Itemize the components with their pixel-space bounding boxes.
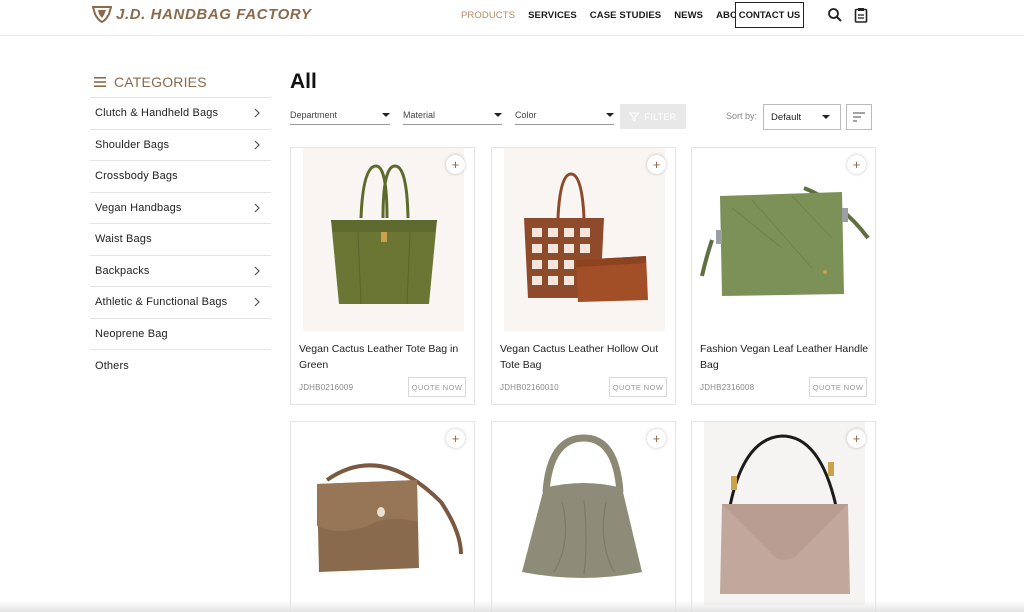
green-leaf-bag-image <box>692 148 875 331</box>
category-label: Athletic & Functional Bags <box>95 296 228 309</box>
category-label: Clutch & Handheld Bags <box>95 107 219 120</box>
brand-name: J.D. HANDBAG FACTORY <box>116 5 312 23</box>
product-card[interactable]: + Vegan Cactus Leather Hollow Out Tote B… <box>491 147 676 405</box>
category-item-crossbody[interactable]: Crossbody Bags <box>90 161 271 193</box>
product-image-green-leaf-bag[interactable] <box>692 148 875 331</box>
category-item-waist[interactable]: Waist Bags <box>90 224 271 256</box>
category-item-shoulder[interactable]: Shoulder Bags <box>90 130 271 161</box>
product-card[interactable]: + <box>290 421 475 612</box>
bottom-shadow <box>0 600 1024 612</box>
page-title: All <box>290 70 317 93</box>
filter-button-label: FILTER <box>644 111 677 122</box>
sort-label: Sort by: <box>726 111 758 121</box>
contact-us-button[interactable]: CONTACT US <box>735 2 804 28</box>
search-icon[interactable] <box>827 7 843 23</box>
add-to-quote-plus-button[interactable]: + <box>647 155 666 174</box>
brown-crossbody-image <box>291 422 474 605</box>
product-image-brown-crossbody[interactable] <box>291 422 474 605</box>
category-label: Vegan Handbags <box>95 201 182 214</box>
product-sku: JDHB0216009 <box>299 383 354 392</box>
product-card[interactable]: + Vegan Cactus Leather Tote Bag in Green… <box>290 147 475 405</box>
filter-button[interactable]: FILTER <box>620 104 686 129</box>
category-label: Others <box>95 359 129 372</box>
chevron-right-icon[interactable] <box>253 108 261 118</box>
add-to-quote-plus-button[interactable]: + <box>847 155 866 174</box>
product-image-green-tote[interactable] <box>303 148 464 331</box>
sort-value: Default <box>771 111 802 123</box>
category-label: Waist Bags <box>95 233 152 246</box>
color-label: Color <box>515 110 537 120</box>
product-card[interactable]: + <box>491 421 676 612</box>
categories-heading[interactable]: CATEGORIES <box>94 74 207 90</box>
product-name[interactable]: Vegan Cactus Leather Tote Bag in Green <box>299 342 469 373</box>
product-card[interactable]: + Fashion Vegan Leaf Leather Handle Bag … <box>691 147 876 405</box>
product-image-pink-envelope-bag[interactable] <box>704 422 865 605</box>
product-image-grey-hobo[interactable] <box>492 422 675 605</box>
category-item-vegan[interactable]: Vegan Handbags <box>90 193 271 224</box>
product-sku: JDHB2316008 <box>700 383 755 392</box>
sort-lines-icon <box>853 112 865 122</box>
green-tote-image <box>303 148 464 331</box>
material-select[interactable]: Material <box>403 106 502 125</box>
logo[interactable]: J.D. HANDBAG FACTORY <box>92 5 312 23</box>
add-to-quote-plus-button[interactable]: + <box>647 429 666 448</box>
category-item-clutch-handheld[interactable]: Clutch & Handheld Bags <box>90 98 271 130</box>
category-item-others[interactable]: Others <box>90 350 271 382</box>
quote-now-button[interactable]: QUOTE NOW <box>809 377 867 397</box>
chevron-right-icon[interactable] <box>253 297 261 307</box>
category-label: Shoulder Bags <box>95 138 170 151</box>
clipboard-icon[interactable] <box>853 7 869 23</box>
funnel-icon <box>629 112 640 122</box>
shield-logo-icon <box>92 6 112 23</box>
chevron-right-icon[interactable] <box>253 140 261 150</box>
category-item-athletic[interactable]: Athletic & Functional Bags <box>90 287 271 319</box>
category-label: Crossbody Bags <box>95 170 178 183</box>
sort-select[interactable]: Default <box>763 104 841 130</box>
quote-now-button[interactable]: QUOTE NOW <box>408 377 466 397</box>
nav-case-studies[interactable]: CASE STUDIES <box>590 10 661 21</box>
department-label: Department <box>290 110 338 120</box>
add-to-quote-plus-button[interactable]: + <box>446 155 465 174</box>
pink-envelope-bag-image <box>704 422 865 605</box>
categories-title: CATEGORIES <box>114 74 207 90</box>
chevron-right-icon[interactable] <box>253 203 261 213</box>
category-item-neoprene[interactable]: Neoprene Bag <box>90 319 271 350</box>
chevron-right-icon[interactable] <box>253 266 261 276</box>
nav-products[interactable]: PRODUCTS <box>461 10 515 21</box>
department-select[interactable]: Department <box>290 106 390 125</box>
caret-down-icon <box>822 115 830 119</box>
color-select[interactable]: Color <box>515 106 614 125</box>
sort-order-button[interactable] <box>846 104 872 130</box>
category-list: Clutch & Handheld Bags Shoulder Bags Cro… <box>90 97 271 382</box>
site-header: J.D. HANDBAG FACTORY PRODUCTS SERVICES C… <box>0 0 1024 36</box>
add-to-quote-plus-button[interactable]: + <box>446 429 465 448</box>
caret-down-icon <box>606 113 614 117</box>
hamburger-icon <box>94 77 106 87</box>
nav-services[interactable]: SERVICES <box>528 10 577 21</box>
category-label: Neoprene Bag <box>95 327 168 340</box>
category-item-backpacks[interactable]: Backpacks <box>90 256 271 287</box>
category-label: Backpacks <box>95 264 150 277</box>
product-card[interactable]: + <box>691 421 876 612</box>
material-label: Material <box>403 110 436 120</box>
product-image-brown-woven-tote[interactable] <box>504 148 665 331</box>
quote-now-button[interactable]: QUOTE NOW <box>609 377 667 397</box>
brown-woven-tote-image <box>504 148 665 331</box>
main-nav: PRODUCTS SERVICES CASE STUDIES NEWS ABOU… <box>461 0 763 30</box>
add-to-quote-plus-button[interactable]: + <box>847 429 866 448</box>
product-sku: JDHB02160010 <box>500 383 559 392</box>
product-name[interactable]: Vegan Cactus Leather Hollow Out Tote Bag <box>500 342 670 373</box>
nav-news[interactable]: NEWS <box>674 10 703 21</box>
product-name[interactable]: Fashion Vegan Leaf Leather Handle Bag <box>700 342 870 373</box>
caret-down-icon <box>494 113 502 117</box>
caret-down-icon <box>382 113 390 117</box>
grey-hobo-image <box>492 422 675 605</box>
